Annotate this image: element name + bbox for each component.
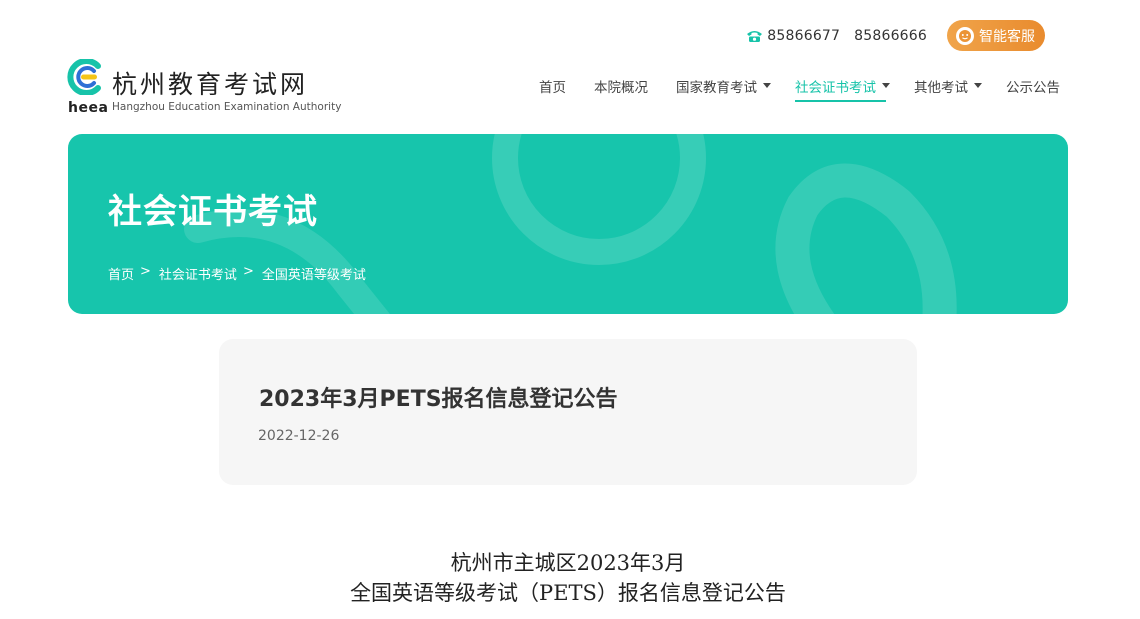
breadcrumb-separator: > (242, 264, 254, 279)
smart-service-label: 智能客服 (979, 28, 1035, 45)
breadcrumb: 首页 > 社会证书考试 > 全国英语等级考试 (108, 264, 366, 283)
nav-item-label: 社会证书考试 (795, 80, 876, 96)
content-heading-line-1: 杭州市主城区2023年3月 (450, 551, 686, 575)
site-title: 杭州教育考试网 (112, 70, 309, 99)
caret-down-icon (974, 83, 982, 88)
breadcrumb-home[interactable]: 首页 (108, 264, 134, 283)
breadcrumb-separator: > (140, 264, 151, 279)
logo-mark-text: heea (68, 100, 109, 116)
phone-icon (747, 30, 763, 42)
smart-service-button[interactable]: 智能客服 (947, 20, 1045, 51)
nav-item-announcements[interactable]: 公示公告 (992, 76, 1074, 102)
caret-down-icon (763, 83, 771, 88)
banner-title: 社会证书考试 (108, 192, 318, 232)
article-header-card: 2023年3月PETS报名信息登记公告 2022-12-26 (219, 339, 917, 485)
article-date: 2022-12-26 (258, 428, 340, 444)
content-heading-line-2: 全国英语等级考试（PETS）报名信息登记公告 (350, 581, 786, 605)
nav-item-label: 国家教育考试 (676, 80, 757, 96)
page-banner: 社会证书考试 首页 > 社会证书考试 > 全国英语等级考试 (68, 134, 1068, 314)
nav-item-home[interactable]: 首页 (525, 76, 580, 102)
heea-logo-icon (67, 59, 101, 95)
nav-item-label: 本院概况 (594, 80, 648, 96)
phone-number-1: 85866677 (767, 27, 841, 44)
nav-item-label: 公示公告 (1006, 80, 1060, 96)
site-logo[interactable]: heea 杭州教育考试网 Hangzhou Education Examinat… (67, 59, 341, 117)
breadcrumb-certificate-exams[interactable]: 社会证书考试 (159, 264, 237, 283)
contact-bar: 85866677 85866666 智能客服 (746, 20, 1045, 51)
nav-item-label: 首页 (539, 80, 566, 96)
main-nav: 首页 本院概况 国家教育考试 社会证书考试 其他考试 公示公告 (525, 76, 1074, 102)
nav-item-label: 其他考试 (914, 80, 968, 96)
nav-item-national-exams[interactable]: 国家教育考试 (662, 76, 781, 102)
nav-item-about[interactable]: 本院概况 (580, 76, 662, 102)
nav-item-other-exams[interactable]: 其他考试 (900, 76, 992, 102)
chat-face-icon (956, 26, 974, 45)
phone-number-2: 85866666 (854, 27, 927, 44)
site-subtitle: Hangzhou Education Examination Authority (112, 101, 342, 113)
breadcrumb-pets[interactable]: 全国英语等级考试 (262, 264, 366, 283)
nav-item-certificate-exams[interactable]: 社会证书考试 (781, 76, 900, 102)
article-title: 2023年3月PETS报名信息登记公告 (259, 387, 618, 412)
caret-down-icon (882, 83, 890, 88)
